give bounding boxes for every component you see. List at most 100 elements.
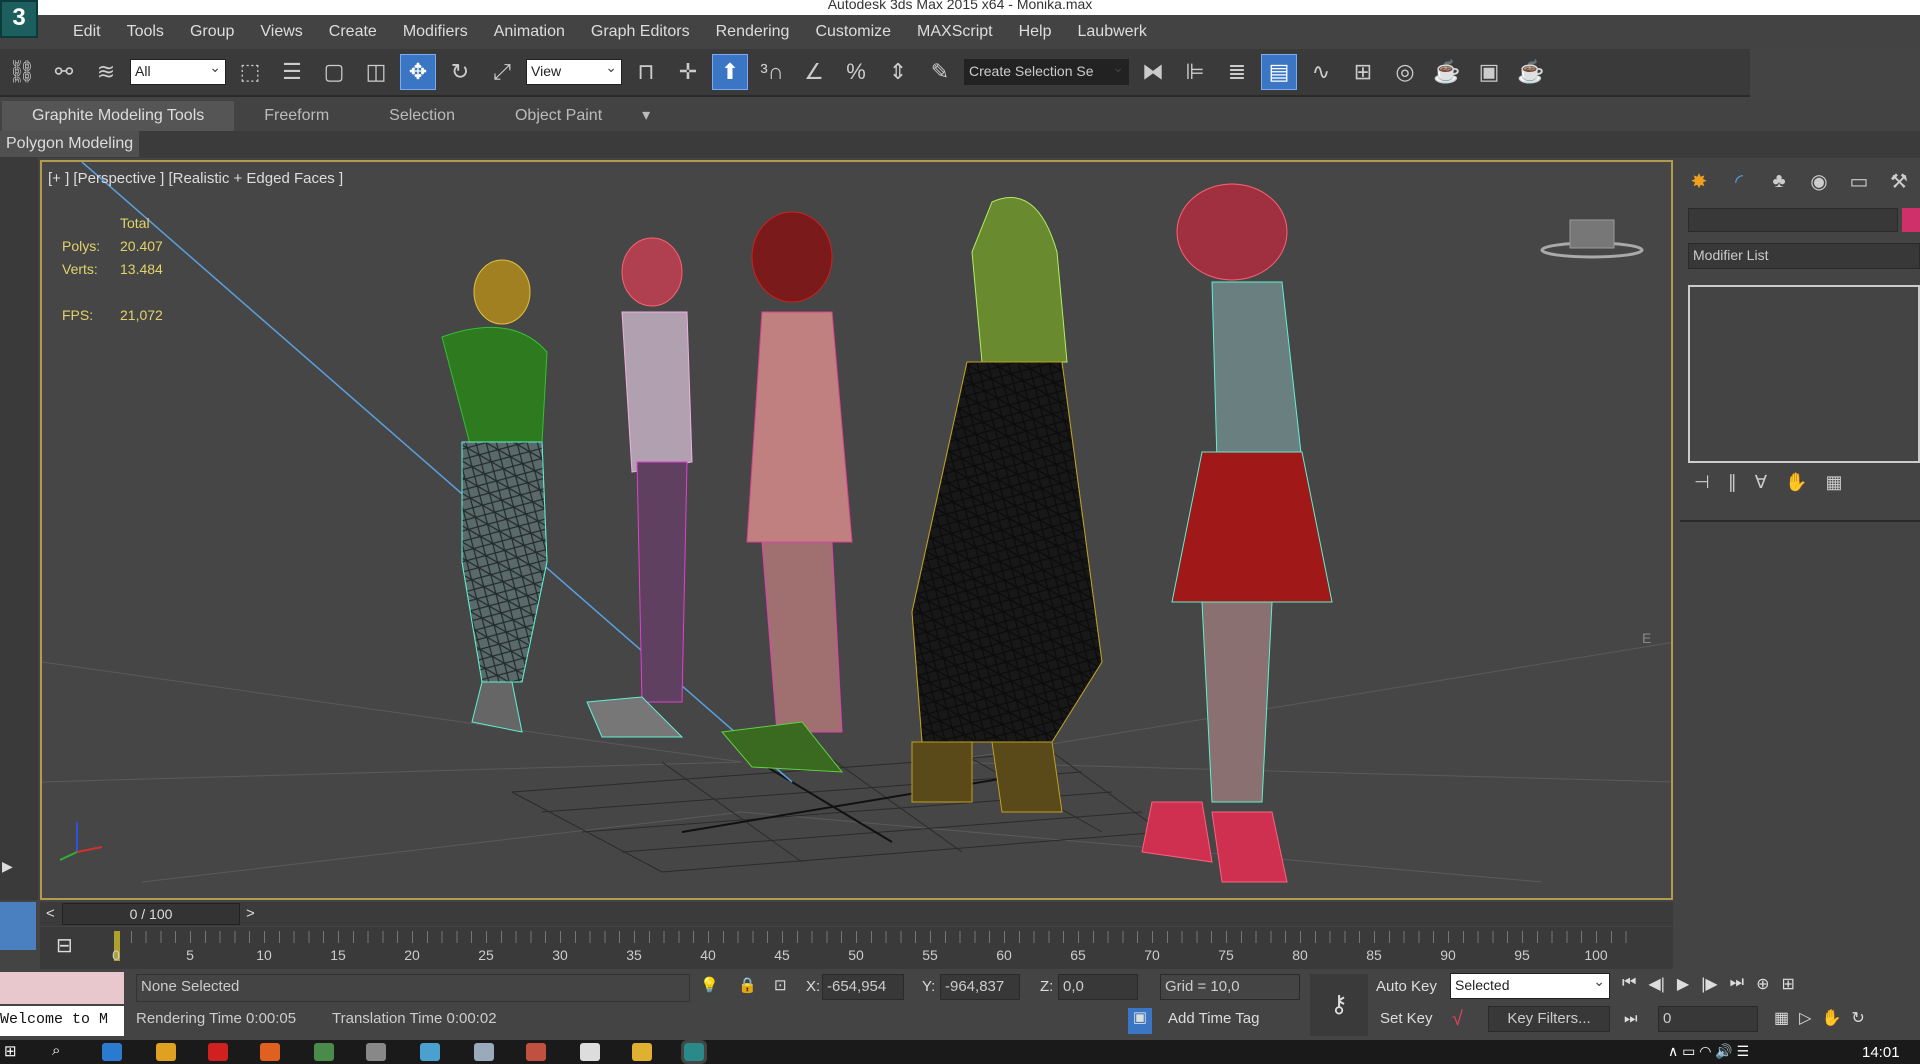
- yandex-icon[interactable]: [208, 1043, 228, 1061]
- x-coordinate-field[interactable]: -654,954: [822, 974, 904, 1000]
- time-prev-button[interactable]: <: [46, 905, 55, 922]
- start-icon[interactable]: ⊞: [4, 1042, 17, 1060]
- make-unique-icon[interactable]: ∀: [1755, 472, 1767, 493]
- render-production-icon[interactable]: ☕: [1513, 54, 1549, 90]
- motion-tab-icon[interactable]: ◉: [1804, 166, 1834, 196]
- firefox-icon[interactable]: [260, 1043, 280, 1061]
- time-tag-icon[interactable]: ▣: [1128, 1008, 1152, 1034]
- window-crossing-icon[interactable]: ◫: [358, 54, 394, 90]
- absolute-mode-icon[interactable]: ⊡: [774, 976, 787, 994]
- file-explorer-icon[interactable]: [632, 1043, 652, 1061]
- angle-snap-icon[interactable]: ∠: [796, 54, 832, 90]
- scale-icon[interactable]: ⤢: [484, 54, 520, 90]
- select-object-icon[interactable]: ⬚: [232, 54, 268, 90]
- modify-tab-icon[interactable]: ◜: [1724, 166, 1754, 196]
- mini-listener-toggle[interactable]: [0, 902, 36, 950]
- character-1[interactable]: [441, 259, 548, 733]
- expand-arrow-icon[interactable]: ▶: [2, 858, 13, 875]
- character-3[interactable]: [721, 211, 853, 773]
- display-tab-icon[interactable]: ▭: [1844, 166, 1874, 196]
- time-config-icon[interactable]: ▦: [1774, 1008, 1789, 1028]
- orbit-icon[interactable]: ↻: [1851, 1008, 1864, 1028]
- menu-edit[interactable]: Edit: [60, 23, 114, 41]
- viewcube-icon[interactable]: [1540, 219, 1644, 259]
- menu-animation[interactable]: Animation: [481, 23, 578, 41]
- menu-modifiers[interactable]: Modifiers: [390, 23, 481, 41]
- zoom-icon[interactable]: ⊕: [1756, 974, 1769, 994]
- isolate-selection-icon[interactable]: 💡: [700, 976, 719, 994]
- go-to-start-icon[interactable]: ⏮: [1622, 974, 1636, 994]
- selection-filter-dropdown[interactable]: All: [130, 59, 226, 85]
- app-icon[interactable]: [420, 1043, 440, 1061]
- time-next-button[interactable]: >: [246, 905, 255, 922]
- configure-modifier-sets-icon[interactable]: ▦: [1825, 472, 1842, 493]
- previous-frame-icon[interactable]: ◀|: [1648, 974, 1664, 994]
- menu-help[interactable]: Help: [1006, 23, 1065, 41]
- pan-icon[interactable]: ✋: [1821, 1008, 1841, 1028]
- align-icon[interactable]: ⊫: [1177, 54, 1213, 90]
- edit-named-selection-icon[interactable]: ✎: [922, 54, 958, 90]
- key-tangent-icon[interactable]: √: [1452, 1008, 1463, 1031]
- zoom-extents-icon[interactable]: ⊞: [1781, 974, 1794, 994]
- z-coordinate-field[interactable]: 0,0: [1058, 974, 1138, 1000]
- maxscript-listener-pink[interactable]: [0, 972, 124, 1004]
- object-name-field[interactable]: [1688, 208, 1898, 232]
- edge-icon[interactable]: [102, 1043, 122, 1061]
- hierarchy-tab-icon[interactable]: ♣: [1764, 166, 1794, 196]
- set-key-button[interactable]: Set Key: [1380, 1010, 1433, 1027]
- track-bar[interactable]: ⊟ 0 5 10 15 20 25 30 35 40 45 50 55 60 65 70 75 80 85 90 95…: [40, 927, 1673, 969]
- calendar-icon[interactable]: [366, 1043, 386, 1061]
- modifier-stack[interactable]: [1688, 285, 1920, 463]
- utilities-tab-icon[interactable]: ⚒: [1884, 166, 1914, 196]
- object-color-swatch[interactable]: [1902, 208, 1920, 232]
- unlink-icon[interactable]: ⚯: [46, 54, 82, 90]
- ribbon-options-icon[interactable]: ▾: [632, 99, 660, 131]
- tab-object-paint[interactable]: Object Paint: [485, 101, 632, 131]
- menu-tools[interactable]: Tools: [114, 23, 177, 41]
- rotate-icon[interactable]: ↻: [442, 54, 478, 90]
- rectangular-selection-icon[interactable]: ▢: [316, 54, 352, 90]
- menu-maxscript[interactable]: MAXScript: [904, 23, 1006, 41]
- reference-coord-dropdown[interactable]: View: [526, 59, 622, 85]
- field-of-view-icon[interactable]: ▷: [1799, 1008, 1811, 1028]
- menu-group[interactable]: Group: [177, 23, 247, 41]
- material-editor-icon[interactable]: ◎: [1387, 54, 1423, 90]
- schematic-view-icon[interactable]: ⊞: [1345, 54, 1381, 90]
- calculator-icon[interactable]: [580, 1043, 600, 1061]
- layer-manager-icon[interactable]: ≣: [1219, 54, 1255, 90]
- menu-rendering[interactable]: Rendering: [703, 23, 803, 41]
- link-icon[interactable]: ⛓: [4, 54, 40, 90]
- remove-modifier-icon[interactable]: ✋: [1785, 472, 1807, 493]
- modifier-list-dropdown[interactable]: Modifier List: [1688, 243, 1920, 269]
- monitor-icon[interactable]: [474, 1043, 494, 1061]
- snaps-toggle-icon[interactable]: ³∩: [754, 54, 790, 90]
- maxscript-listener[interactable]: Welcome to M: [0, 1006, 124, 1036]
- select-manipulate-icon[interactable]: ✛: [670, 54, 706, 90]
- render-setup-icon[interactable]: ☕: [1429, 54, 1465, 90]
- add-time-tag-button[interactable]: Add Time Tag: [1168, 1010, 1259, 1027]
- menu-laubwerk[interactable]: Laubwerk: [1065, 23, 1160, 41]
- menu-views[interactable]: Views: [247, 23, 315, 41]
- bind-space-warp-icon[interactable]: ≋: [88, 54, 124, 90]
- paint-icon[interactable]: [526, 1043, 546, 1061]
- move-icon[interactable]: ✥: [400, 54, 436, 90]
- current-frame-field[interactable]: 0: [1658, 1006, 1758, 1032]
- system-tray-icons[interactable]: ∧ ▭ ◠ 🔊 ☰: [1668, 1043, 1749, 1060]
- keyboard-shortcut-override-icon[interactable]: ⬆: [712, 54, 748, 90]
- curve-editor-icon[interactable]: ∿: [1303, 54, 1339, 90]
- key-mode-toggle-icon[interactable]: ⏭: [1624, 1010, 1638, 1027]
- ribbon-toggle-icon[interactable]: ▤: [1261, 54, 1297, 90]
- next-frame-icon[interactable]: |▶: [1701, 974, 1717, 994]
- polygon-modeling-panel[interactable]: Polygon Modeling: [0, 131, 140, 157]
- search-icon[interactable]: ⌕: [52, 1042, 60, 1059]
- menu-create[interactable]: Create: [316, 23, 390, 41]
- browser-icon[interactable]: [314, 1043, 334, 1061]
- spinner-snap-icon[interactable]: ⇕: [880, 54, 916, 90]
- perspective-viewport[interactable]: [+ ] [Perspective ] [Realistic + Edged F…: [40, 160, 1673, 900]
- selection-lock-icon[interactable]: 🔒: [738, 976, 757, 994]
- select-by-name-icon[interactable]: ☰: [274, 54, 310, 90]
- y-coordinate-field[interactable]: -964,837: [940, 974, 1020, 1000]
- tab-selection[interactable]: Selection: [359, 101, 485, 131]
- rendered-frame-window-icon[interactable]: ▣: [1471, 54, 1507, 90]
- character-2[interactable]: [586, 237, 693, 738]
